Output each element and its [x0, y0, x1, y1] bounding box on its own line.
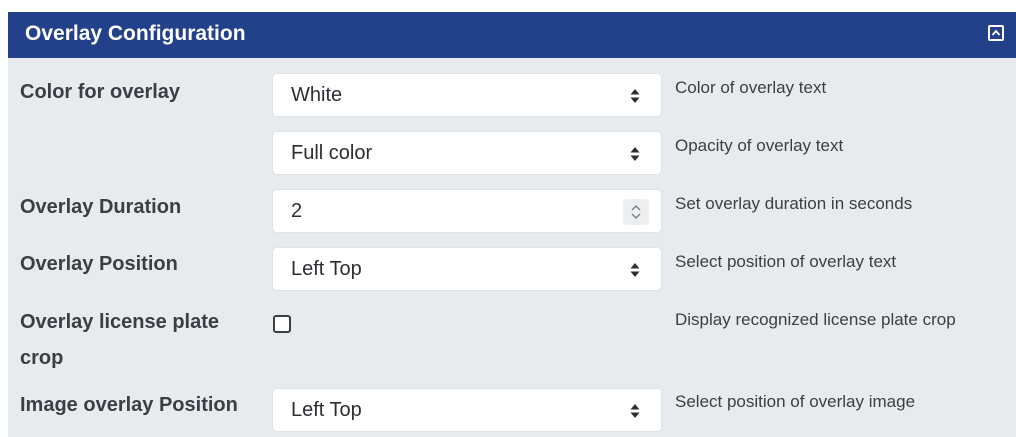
- collapse-icon[interactable]: [988, 25, 1004, 41]
- select-arrows-icon: [630, 404, 640, 418]
- color-select[interactable]: White: [272, 73, 662, 117]
- license-crop-description: Display recognized license plate crop: [675, 310, 956, 329]
- overlay-position-label: Overlay Position: [20, 253, 178, 275]
- image-position-select[interactable]: Left Top: [272, 388, 662, 432]
- overlay-duration-label: Overlay Duration: [20, 196, 182, 218]
- overlay-configuration-panel: Overlay Configuration Color for overlay …: [8, 12, 1016, 437]
- color-description: Color of overlay text: [675, 78, 827, 97]
- license-crop-label: Overlay license plate: [20, 311, 220, 333]
- number-spinner-icon[interactable]: [623, 199, 649, 225]
- opacity-select[interactable]: Full color: [272, 131, 662, 175]
- opacity-description: Opacity of overlay text: [675, 136, 844, 155]
- panel-header: Overlay Configuration: [8, 12, 1016, 58]
- position-select-value: Left Top: [291, 258, 362, 280]
- select-arrows-icon: [630, 147, 640, 161]
- image-position-description: Select position of overlay image: [675, 392, 916, 411]
- license-crop-checkbox[interactable]: [273, 315, 291, 333]
- select-arrows-icon: [630, 89, 640, 103]
- duration-description: Set overlay duration in seconds: [675, 194, 913, 213]
- panel-title: Overlay Configuration: [25, 22, 246, 45]
- color-for-overlay-label: Color for overlay: [20, 81, 181, 103]
- image-position-select-value: Left Top: [291, 399, 362, 421]
- color-select-value: White: [291, 84, 343, 106]
- duration-number-input[interactable]: 2: [272, 189, 662, 233]
- position-select[interactable]: Left Top: [272, 247, 662, 291]
- license-crop-label-cont: crop: [20, 347, 64, 369]
- position-description: Select position of overlay text: [675, 252, 897, 271]
- select-arrows-icon: [630, 263, 640, 277]
- duration-value: 2: [291, 200, 303, 222]
- opacity-select-value: Full color: [291, 142, 373, 164]
- image-overlay-position-label: Image overlay Position: [20, 394, 238, 416]
